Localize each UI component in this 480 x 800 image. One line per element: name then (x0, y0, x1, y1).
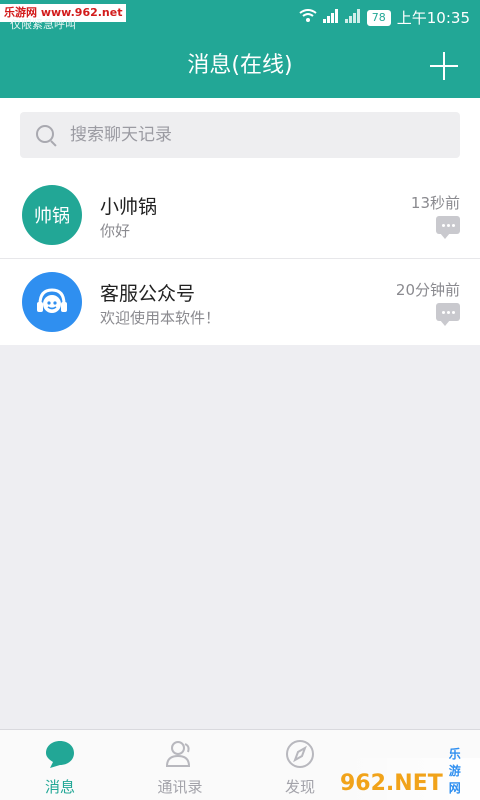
message-bubble-icon (436, 303, 460, 326)
clock: 上午10:35 (396, 9, 470, 27)
wifi-icon (299, 8, 317, 27)
add-icon[interactable] (426, 48, 462, 84)
contacts-icon (164, 738, 196, 770)
conversation-time: 20分钟前 (395, 281, 460, 299)
conversation-preview: 你好 (100, 222, 131, 240)
customer-service-icon (22, 272, 82, 332)
tab-label: 消息 (44, 778, 75, 796)
battery-icon: 78 (366, 9, 391, 26)
watermark-brand: 962.NET (340, 771, 443, 796)
conversation-list: 帅锅 小帅锅 你好 13秒前 客服公众号 欢迎使用本软件！ 20分钟前 (0, 172, 480, 345)
signal-icon (322, 8, 339, 27)
conversation-name: 客服公众号 (100, 283, 196, 305)
tab-contacts[interactable]: 通讯录 (120, 730, 240, 800)
avatar: 帅锅 (22, 185, 82, 245)
page-title: 消息(在线) (187, 53, 293, 78)
search-icon (36, 125, 54, 143)
search-placeholder: 搜索聊天记录 (70, 125, 172, 145)
search-input[interactable]: 搜索聊天记录 (20, 112, 460, 158)
corner-watermark: 962.NET 乐游网 (340, 747, 480, 800)
tab-label: 通讯录 (157, 778, 203, 796)
chat-bubble-icon (44, 738, 76, 770)
conversation-name: 小帅锅 (100, 196, 158, 218)
bottom-tab-bar: 消息 通讯录 发现 962.NET 乐游网 (0, 729, 480, 800)
search-area: 搜索聊天记录 (0, 98, 480, 172)
tab-messages[interactable]: 消息 (0, 730, 120, 800)
signal-icon-2 (344, 8, 361, 27)
carrier-text: 仅限紧急呼叫 (10, 18, 76, 31)
conversation-row[interactable]: 客服公众号 欢迎使用本软件！ 20分钟前 (0, 259, 480, 345)
compass-icon (284, 738, 316, 770)
top-bar: 消息(在线) (0, 34, 480, 98)
conversation-preview: 欢迎使用本软件！ (100, 309, 221, 327)
message-bubble-icon (436, 216, 460, 239)
watermark-sub: 乐游网 (448, 747, 461, 795)
conversation-row[interactable]: 帅锅 小帅锅 你好 13秒前 (0, 172, 480, 259)
conversation-time: 13秒前 (410, 194, 460, 212)
status-icons: 78 上午10:35 (299, 7, 470, 28)
status-bar: 乐游网 www.962.net 仅限紧急呼叫 78 上午10:35 (0, 0, 480, 34)
